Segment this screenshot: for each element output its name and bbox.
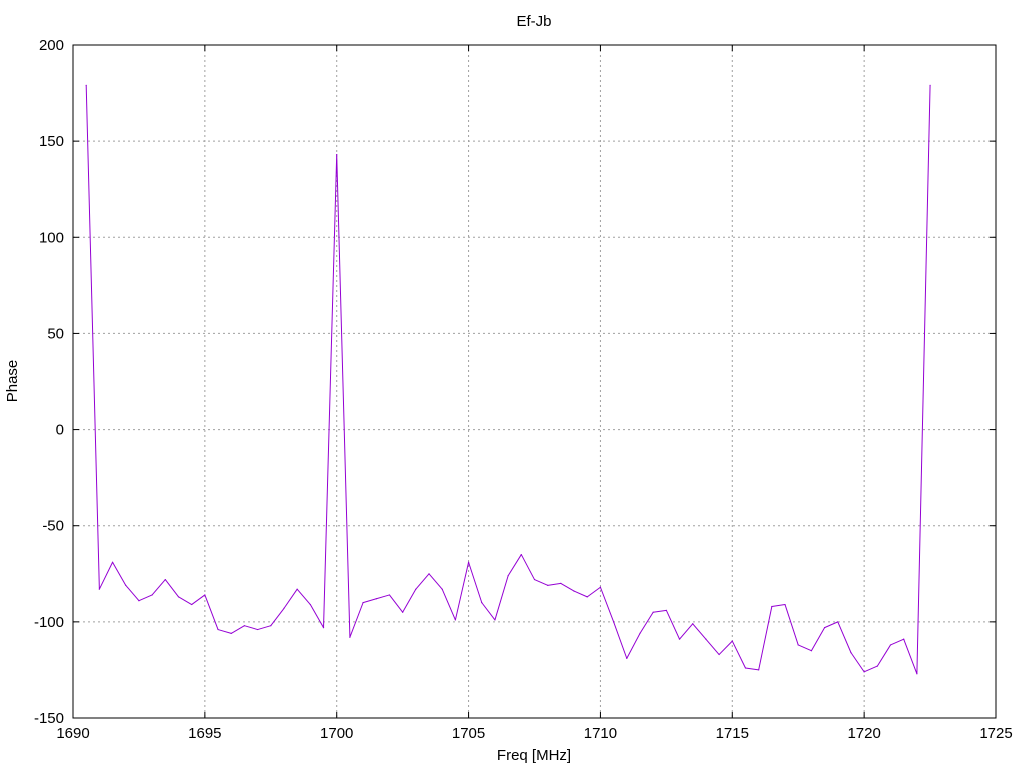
data-point [309, 603, 311, 606]
data-point [929, 84, 931, 86]
data-point [441, 588, 443, 590]
data-point [916, 673, 918, 675]
data-point [758, 669, 760, 671]
data-point [111, 561, 114, 563]
data-point [481, 602, 483, 604]
data-point [191, 603, 193, 606]
data-point [164, 578, 166, 581]
data-point [296, 588, 298, 590]
data-point [639, 632, 641, 634]
data-point [810, 650, 813, 652]
data-point [665, 609, 667, 611]
data-point [454, 619, 456, 621]
data-point [177, 596, 180, 598]
data-point [362, 602, 364, 604]
x-axis-tick-labels: 1690 1695 1700 1705 1710 1715 1720 1725 [56, 725, 1012, 742]
data-point [533, 578, 536, 581]
y-tick-label: 50 [47, 325, 64, 342]
plot-area-border [72, 44, 997, 719]
data-point [692, 623, 694, 625]
y-tick-label: 200 [39, 37, 64, 54]
data-point [138, 600, 140, 602]
data-point [547, 584, 549, 586]
data-point [415, 588, 417, 590]
data-point [586, 596, 588, 598]
chart-title: Ef-Jb [516, 13, 551, 30]
series-line-0 [85, 85, 931, 675]
data-point [257, 628, 259, 631]
x-axis-label: Freq [MHz] [497, 747, 571, 764]
data-point [125, 584, 127, 586]
x-tick-label: 1725 [979, 725, 1012, 742]
y-axis-tick-labels: -150 -100 -50 0 50 100 150 200 [34, 37, 64, 727]
data-point [797, 644, 799, 646]
y-axis-label: Phase [4, 360, 21, 403]
data-point [705, 638, 707, 640]
x-tick-label: 1690 [56, 725, 89, 742]
data-point [349, 636, 351, 638]
y-tick-label: 0 [56, 422, 64, 439]
data-point [283, 607, 285, 610]
data-point [718, 653, 720, 656]
data-point [573, 590, 575, 592]
series-group [85, 84, 931, 675]
data-point [467, 561, 470, 563]
data-point [270, 625, 272, 627]
data-point [613, 621, 615, 623]
data-point [560, 582, 562, 585]
data-point [731, 640, 733, 642]
data-point [626, 657, 628, 659]
data-point [889, 644, 892, 646]
data-point [678, 638, 681, 640]
data-point [823, 627, 826, 629]
x-tick-label: 1720 [847, 725, 880, 742]
x-tick-label: 1705 [452, 725, 485, 742]
data-point [837, 621, 839, 623]
data-point [322, 627, 325, 629]
y-tick-label: -150 [34, 710, 64, 727]
data-point [652, 611, 654, 613]
data-point [520, 553, 522, 556]
x-tick-label: 1700 [320, 725, 353, 742]
data-point [863, 671, 865, 673]
y-tick-label: 150 [39, 133, 64, 150]
data-point [85, 84, 87, 86]
data-point [507, 575, 509, 577]
data-point [230, 632, 232, 634]
series-points-0 [85, 84, 931, 675]
data-point [876, 665, 878, 667]
data-point [375, 598, 377, 600]
y-tick-label: -100 [34, 614, 64, 631]
grid-lines [73, 45, 996, 718]
data-point [204, 594, 206, 596]
data-point [850, 652, 852, 654]
data-point [217, 628, 219, 631]
y-tick-label: -50 [42, 518, 64, 535]
data-point [243, 625, 246, 627]
data-point [336, 154, 338, 156]
data-point [98, 588, 100, 590]
y-tick-label: 100 [39, 229, 64, 246]
data-point [151, 594, 153, 596]
data-point [784, 603, 786, 606]
data-point [744, 667, 747, 669]
data-point [599, 586, 602, 588]
phase-chart: Ef-Jb 1690 1695 1700 1705 1710 1715 1720 1725 -… [4, 13, 1013, 764]
data-point [771, 605, 773, 608]
x-tick-label: 1710 [584, 725, 617, 742]
data-point [428, 573, 430, 575]
x-tick-label: 1715 [716, 725, 749, 742]
data-point [402, 611, 404, 613]
data-point [388, 594, 391, 596]
axis-ticks [72, 44, 997, 719]
x-tick-label: 1695 [188, 725, 221, 742]
data-point [494, 619, 496, 621]
data-point [903, 638, 905, 640]
